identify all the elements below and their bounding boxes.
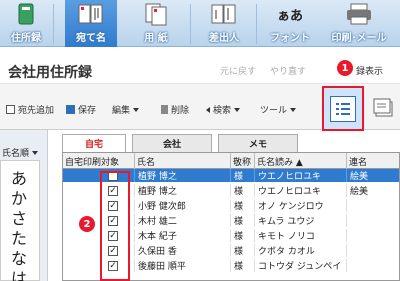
delete-label: 削除 — [171, 106, 190, 116]
ribbon-tab-postcard[interactable]: 宛て名 — [65, 0, 117, 47]
tab-home[interactable]: 自宅 — [62, 134, 126, 152]
tab-memo[interactable]: メモ — [218, 134, 298, 152]
ribbon-tab-label: 宛て名 — [76, 33, 106, 44]
name-cell: 久保田 香 — [135, 244, 231, 257]
divider — [190, 4, 191, 44]
font-icon-glyph: ぁあ — [276, 8, 303, 24]
ribbon-tab-label: フォント — [270, 33, 310, 44]
chevron-left-icon — [206, 106, 210, 113]
save-button[interactable]: 保存 — [66, 103, 96, 116]
show-list-button[interactable]: 録表示 — [356, 64, 383, 77]
header-joint-name[interactable]: 連名 — [347, 153, 399, 169]
honorific-cell: 様 — [231, 229, 255, 242]
name-cell: 木村 雄二 — [135, 214, 231, 227]
ribbon-tab-address-book[interactable]: 住所録 — [0, 0, 52, 47]
redo-button[interactable]: やり直す — [270, 64, 306, 77]
joint-name-cell — [347, 259, 399, 272]
ribbon-tab-print-mail[interactable]: 印刷･メール — [320, 0, 398, 47]
ribbon-tab-label: 印刷･メール — [331, 33, 387, 44]
postcard-icon — [76, 2, 106, 26]
sort-selector[interactable]: 氏名順 — [2, 146, 39, 159]
font-icon: ぁあ — [275, 2, 305, 26]
joint-name-cell — [347, 229, 399, 242]
tools-label: ツール — [260, 106, 288, 116]
undo-button[interactable]: 元に戻す — [220, 64, 256, 77]
checkbox-highlight — [100, 171, 130, 281]
card-view-icon[interactable] — [372, 96, 394, 120]
add-destination-button[interactable]: 宛先追加 — [6, 103, 54, 116]
honorific-cell: 様 — [231, 199, 255, 212]
joint-name-cell — [347, 214, 399, 227]
search-menu[interactable]: 検索 — [206, 103, 241, 116]
table-header: 自宅印刷対象 氏名 敬称 氏名読み ▲ 連名 — [63, 153, 399, 169]
paper-icon — [141, 2, 171, 26]
sender-icon — [209, 2, 239, 26]
joint-name-cell: 絵美 — [347, 169, 399, 182]
reading-cell: ウエノヒロユキ — [255, 169, 347, 182]
save-label: 保存 — [78, 106, 97, 116]
honorific-cell: 様 — [231, 244, 255, 257]
ribbon-tab-label: 差出人 — [209, 33, 239, 44]
tools-menu[interactable]: ツール — [260, 103, 297, 116]
delete-button[interactable]: 削除 — [161, 103, 189, 116]
sort-label: 氏名順 — [2, 149, 30, 159]
honorific-cell: 様 — [231, 214, 255, 227]
kana-index: あ か さ た な は — [0, 160, 40, 281]
save-icon — [66, 105, 75, 114]
ribbon-tab-label: 住所録 — [11, 33, 41, 44]
ribbon-tab-sender[interactable]: 差出人 — [196, 0, 252, 47]
printer-icon — [344, 2, 374, 26]
header-print-target[interactable]: 自宅印刷対象 — [63, 153, 135, 169]
ribbon-tab-paper[interactable]: 用 紙 — [126, 0, 186, 47]
joint-name-cell — [347, 244, 399, 257]
name-cell: 小野 健次郎 — [135, 199, 231, 212]
name-cell: 植野 博之 — [135, 169, 231, 182]
honorific-cell: 様 — [231, 184, 255, 197]
callout-badge-2: 2 — [79, 216, 95, 232]
list-view-button[interactable] — [322, 86, 364, 131]
chevron-down-icon — [234, 107, 241, 112]
honorific-cell: 様 — [231, 259, 255, 272]
add-card-icon — [6, 105, 15, 114]
reading-cell: キムラ ユウジ — [255, 214, 347, 227]
header-name[interactable]: 氏名 — [135, 153, 231, 169]
divider — [53, 4, 54, 44]
edit-menu[interactable]: 編集 — [112, 103, 140, 116]
ribbon-tab-font[interactable]: ぁあ フォント — [262, 0, 318, 47]
name-cell: 後藤田 順平 — [135, 259, 231, 272]
address-book-icon — [11, 2, 41, 26]
list-view-icon — [330, 95, 356, 122]
header-honorific[interactable]: 敬称 — [231, 153, 255, 169]
trash-icon — [161, 105, 168, 114]
reading-cell: クボタ カオル — [255, 244, 347, 257]
reading-cell: ウエノヒロユキ — [255, 184, 347, 197]
honorific-cell: 様 — [231, 169, 255, 182]
name-cell: 木本 紀子 — [135, 229, 231, 242]
callout-badge-1: 1 — [337, 60, 353, 76]
joint-name-cell — [347, 199, 399, 212]
reading-cell: オノ ケンジロウ — [255, 199, 347, 212]
chevron-down-icon — [32, 150, 39, 155]
chevron-down-icon — [290, 107, 297, 112]
ribbon-tab-label: 用 紙 — [144, 33, 168, 44]
tab-company[interactable]: 会社 — [132, 134, 212, 152]
reading-cell: キモト ノリコ — [255, 229, 347, 242]
add-destination-label: 宛先追加 — [18, 106, 55, 116]
name-cell: 植野 博之 — [135, 184, 231, 197]
edit-label: 編集 — [112, 106, 131, 116]
joint-name-cell: 絵美 — [347, 184, 399, 197]
reading-cell: コトウダ ジュンペイ — [255, 259, 347, 272]
search-label: 検索 — [213, 106, 232, 116]
chevron-down-icon — [133, 107, 140, 112]
header-reading[interactable]: 氏名読み ▲ — [255, 153, 347, 169]
kana-index-item[interactable]: は — [11, 265, 27, 281]
index-panel: 氏名順 あ か さ た な は — [0, 130, 48, 281]
page-title: 会社用住所録 — [8, 65, 92, 81]
divider — [256, 4, 257, 44]
ribbon: 住所録 宛て名 用 紙 差出人 ぁあ フォント 印刷･メール — [0, 0, 400, 47]
